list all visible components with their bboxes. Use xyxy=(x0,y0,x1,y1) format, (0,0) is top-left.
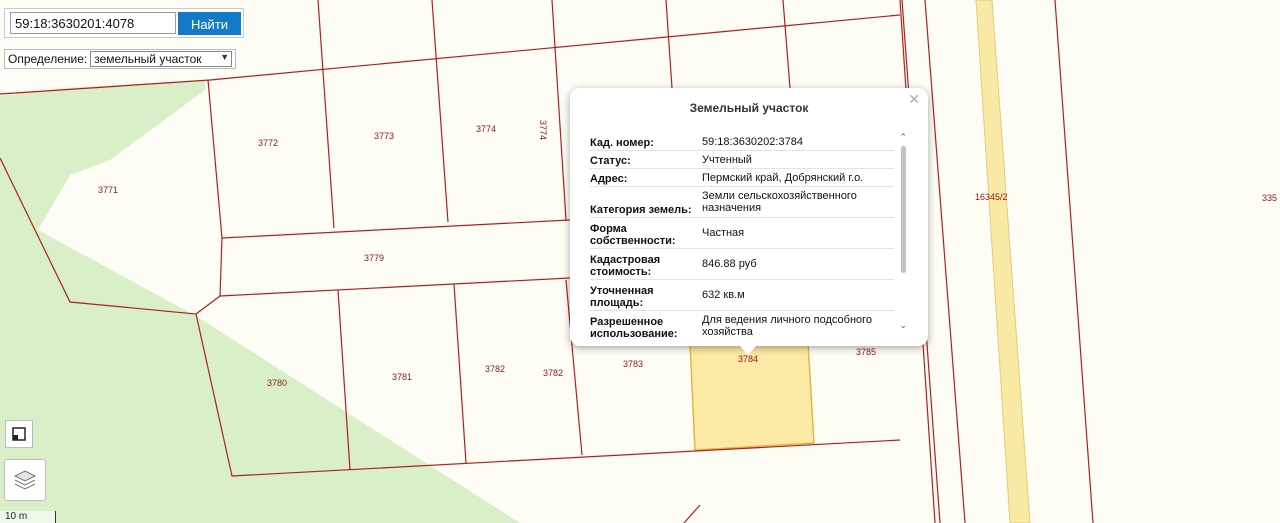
definition-panel: Определение: земельный участок ▼ xyxy=(4,49,237,69)
parcel-label-3773: 3773 xyxy=(374,131,394,141)
info-value: 846.88 руб xyxy=(702,258,757,270)
ruler-button[interactable] xyxy=(5,420,33,448)
info-key: Адрес: xyxy=(590,173,628,185)
info-row-land-category: Категория земель: Земли сельскохозяйстве… xyxy=(590,187,894,218)
info-value: Земли сельскохозяйственного назначения xyxy=(702,190,857,214)
parcel-info-popup: Земельный участок ✕ Кад. номер: 59:18:36… xyxy=(570,88,928,355)
parcel-label-3781: 3781 xyxy=(392,372,412,382)
info-row-cadastral-value: Кадастровая стоимость: 846.88 руб xyxy=(590,249,894,280)
dropdown-arrow-icon: ▼ xyxy=(220,52,230,62)
definition-label: Определение: xyxy=(8,52,88,66)
definition-selected-value: земельный участок xyxy=(94,52,202,66)
info-key: Категория земель: xyxy=(590,204,692,216)
map-scale: 10 m xyxy=(0,511,56,523)
parcel-label-3784: 3784 xyxy=(738,354,758,364)
info-value: Пермский край, Добрянский г.о. xyxy=(702,171,864,184)
info-value: Частная xyxy=(702,227,745,239)
info-row-cadastral-number: Кад. номер: 59:18:3630202:3784 xyxy=(590,133,894,151)
cadastral-search-input[interactable] xyxy=(10,12,176,34)
parcel-label-3779: 3779 xyxy=(364,253,384,263)
info-value: 632 кв.м xyxy=(702,289,745,301)
parcel-info-table: Кад. номер: 59:18:3630202:3784 Статус: У… xyxy=(590,133,894,341)
info-key: Разрешенное использование: xyxy=(590,316,678,340)
parcel-label-3782-b: 3782 xyxy=(543,368,563,378)
info-row-address: Адрес: Пермский край, Добрянский г.о. xyxy=(590,169,894,187)
parcel-label-335: 335 xyxy=(1262,193,1277,203)
popup-scrollbar[interactable] xyxy=(901,146,906,273)
popup-pointer xyxy=(740,346,756,355)
search-panel: Найти xyxy=(4,8,244,38)
info-row-status: Статус: Учтенный xyxy=(590,151,894,169)
close-icon[interactable]: ✕ xyxy=(908,91,920,108)
layers-button[interactable] xyxy=(4,459,46,501)
parcel-label-3774: 3774 xyxy=(476,124,496,134)
info-value: 59:18:3630202:3784 xyxy=(702,135,803,148)
ruler-icon xyxy=(12,427,26,441)
chevron-down-icon[interactable]: ⌄ xyxy=(899,320,907,331)
definition-select[interactable]: земельный участок ▼ xyxy=(90,51,233,67)
parcel-label-3774-vertical: 3774 xyxy=(538,120,548,140)
info-key: Статус: xyxy=(590,155,631,167)
info-value: Для ведения личного подсобного хозяйства xyxy=(702,314,873,338)
info-row-ownership-form: Форма собственности: Частная xyxy=(590,218,894,249)
parcel-label-16345-2: 16345/2 xyxy=(975,192,1008,202)
info-value: Учтенный xyxy=(702,153,752,166)
info-key: Кад. номер: xyxy=(590,137,654,149)
parcel-label-3783: 3783 xyxy=(623,359,643,369)
parcel-label-3780: 3780 xyxy=(267,378,287,388)
info-row-specified-area: Уточненная площадь: 632 кв.м xyxy=(590,280,894,311)
info-key: Форма собственности: xyxy=(590,223,676,247)
info-row-permitted-use: Разрешенное использование: Для ведения л… xyxy=(590,311,894,341)
chevron-up-icon[interactable]: ⌃ xyxy=(899,132,907,143)
info-key: Уточненная площадь: xyxy=(590,285,654,309)
info-key: Кадастровая стоимость: xyxy=(590,254,661,278)
parcel-label-3771: 3771 xyxy=(98,185,118,195)
popup-title: Земельный участок xyxy=(689,101,809,115)
parcel-label-3785: 3785 xyxy=(856,347,876,357)
parcel-label-3782: 3782 xyxy=(485,364,505,374)
layers-icon xyxy=(13,470,37,490)
parcel-label-3772: 3772 xyxy=(258,138,278,148)
search-button[interactable]: Найти xyxy=(178,12,241,35)
